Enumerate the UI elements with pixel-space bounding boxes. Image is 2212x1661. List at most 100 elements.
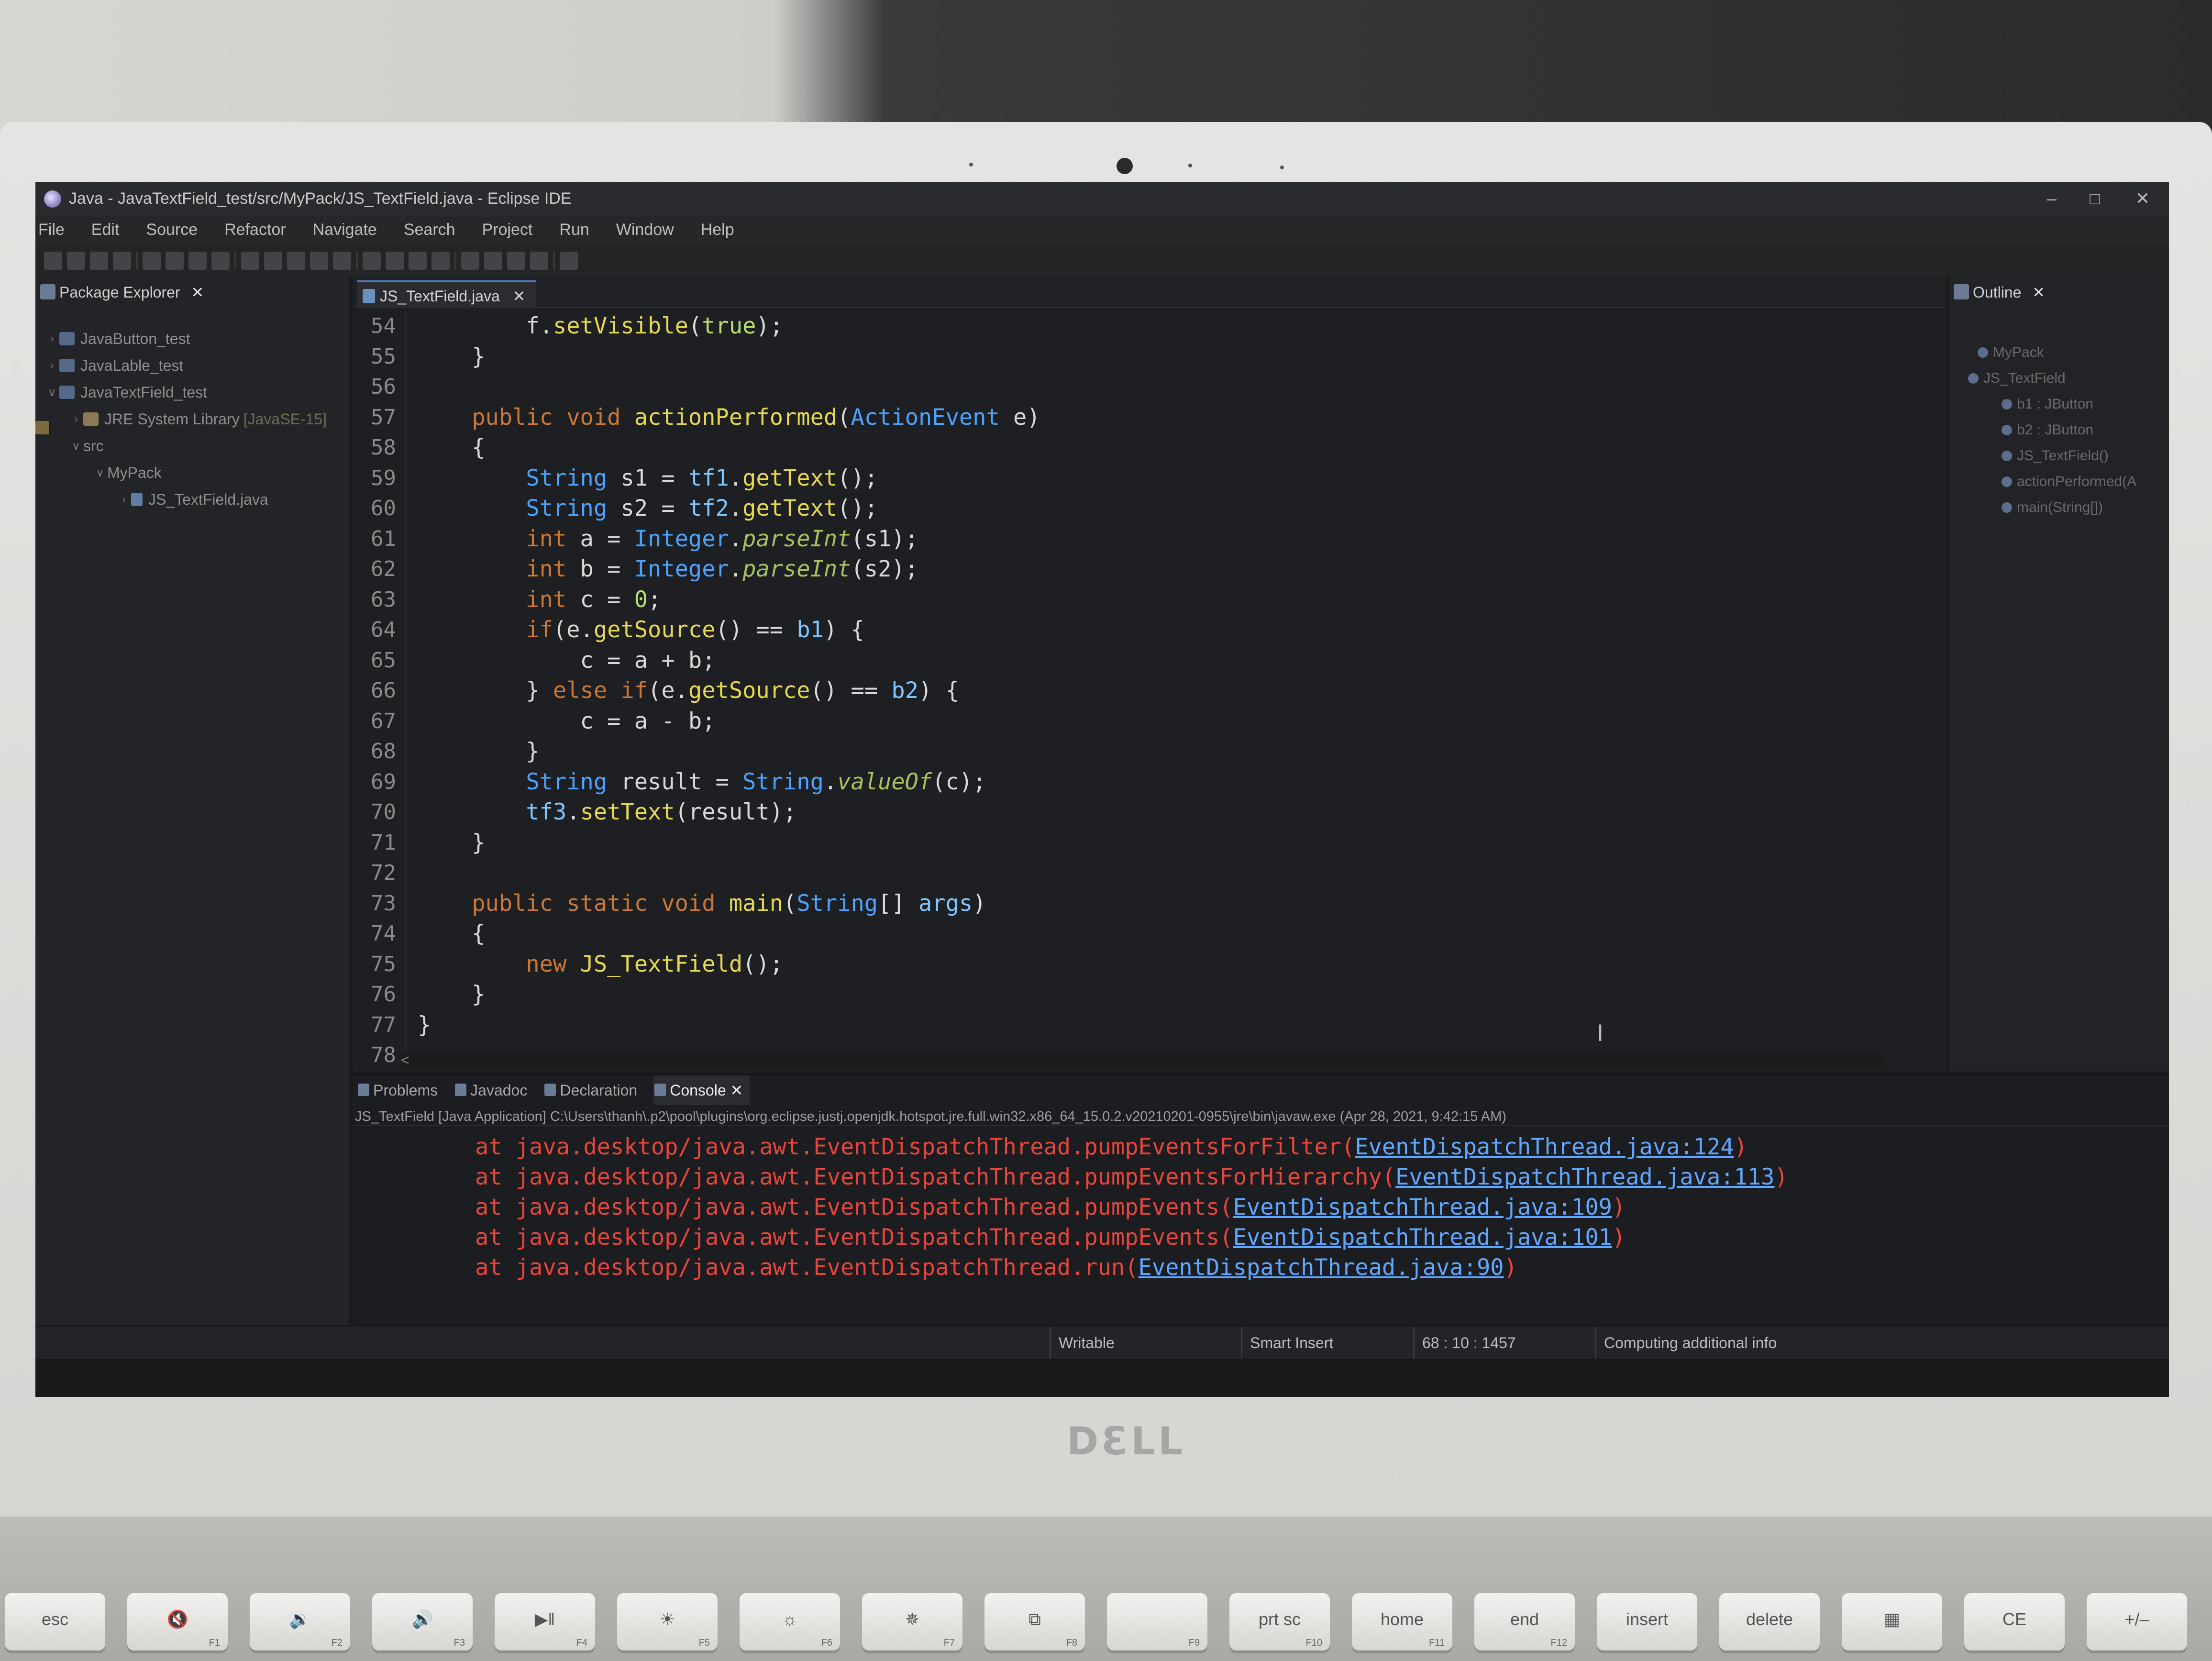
keyboard-key: ✵ F7 — [862, 1593, 962, 1650]
tree-item[interactable]: › JavaButton_test — [35, 325, 349, 352]
close-window-button[interactable]: ✕ — [2116, 182, 2169, 215]
new-icon[interactable] — [44, 252, 62, 270]
source-link[interactable]: EventDispatchThread.java:113 — [1395, 1164, 1774, 1190]
menu-refactor[interactable]: Refactor — [224, 221, 286, 239]
console-process-label: JS_TextField [Java Application] C:\Users… — [353, 1107, 2169, 1126]
outline-item[interactable]: actionPerformed(A — [1949, 469, 2169, 495]
expand-arrow-icon[interactable]: › — [69, 412, 83, 426]
source-link[interactable]: EventDispatchThread.java:101 — [1233, 1224, 1612, 1251]
line-number: 70 — [371, 800, 396, 824]
menu-search[interactable]: Search — [404, 221, 455, 239]
code-area[interactable]: 54 f.setVisible(true); 55 } 56 57 public… — [353, 311, 1946, 1071]
keyboard-key: home F11 — [1352, 1593, 1452, 1650]
outline-item-label: actionPerformed(A — [2017, 474, 2137, 489]
open-type-icon[interactable] — [310, 252, 328, 270]
editor-tab-js-textfield[interactable]: JS_TextField.java ✕ — [357, 280, 536, 308]
package-explorer-tab[interactable]: Package Explorer ✕ — [35, 277, 204, 307]
source-link[interactable]: EventDispatchThread.java:109 — [1233, 1194, 1612, 1220]
outline-item[interactable]: b1 : JButton — [1949, 391, 2169, 417]
menu-file[interactable]: File — [38, 221, 65, 239]
console-output[interactable]: at java.desktop/java.awt.EventDispatchTh… — [353, 1132, 2169, 1283]
tab-javadoc[interactable]: Javadoc — [454, 1075, 527, 1105]
toggle-word-wrap-icon[interactable] — [386, 252, 404, 270]
tab-problems[interactable]: Problems — [357, 1075, 438, 1105]
previous-annotation-icon[interactable] — [484, 252, 502, 270]
outline-tab[interactable]: Outline ✕ — [1949, 277, 2045, 307]
outline-item[interactable]: MyPack — [1949, 340, 2169, 365]
expand-arrow-icon[interactable]: › — [45, 359, 59, 372]
next-annotation-icon[interactable] — [461, 252, 479, 270]
collapse-arrow-icon[interactable]: ∨ — [45, 386, 59, 399]
tree-item[interactable]: ∨ src — [35, 421, 349, 459]
line-number: 77 — [371, 1012, 396, 1037]
keyboard-key: delete — [1719, 1593, 1820, 1650]
debug-icon[interactable] — [143, 252, 161, 270]
line-text: { — [418, 920, 486, 947]
collapse-arrow-icon[interactable]: ∨ — [93, 466, 107, 480]
code-line: 70 tf3.setText(result); — [353, 797, 1946, 828]
forward-arrow-icon[interactable] — [530, 252, 548, 270]
line-number: 59 — [371, 465, 396, 490]
code-line: 61 int a = Integer.parseInt(s1); — [353, 524, 1946, 554]
collapse-arrow-icon[interactable]: ∨ — [69, 439, 83, 453]
console-icon — [654, 1084, 666, 1096]
tree-item[interactable]: ∨ JavaTextField_test — [35, 379, 349, 406]
maximize-button[interactable]: □ — [2068, 182, 2121, 215]
search-icon[interactable] — [333, 252, 351, 270]
expand-arrow-icon[interactable]: › — [45, 332, 59, 345]
outline-item[interactable]: b2 : JButton — [1949, 417, 2169, 443]
close-icon[interactable]: ✕ — [191, 284, 204, 301]
expand-arrow-icon[interactable]: › — [117, 493, 131, 506]
menu-window[interactable]: Window — [616, 221, 674, 239]
print-icon[interactable] — [113, 252, 131, 270]
tree-item-label: JavaTextField_test — [80, 383, 208, 401]
tree-item[interactable]: › JS_TextField.java — [35, 486, 349, 513]
line-number: 74 — [371, 921, 396, 946]
menu-run[interactable]: Run — [559, 221, 589, 239]
new-java-project-icon[interactable] — [241, 252, 259, 270]
keyboard-key: ⧉ F8 — [984, 1593, 1085, 1650]
block-selection-icon[interactable] — [409, 252, 427, 270]
tree-item[interactable]: › JRE System Library [JavaSE-15] — [35, 406, 349, 432]
show-whitespace-icon[interactable] — [431, 252, 450, 270]
menu-navigate[interactable]: Navigate — [313, 221, 377, 239]
line-number: 64 — [371, 618, 396, 642]
tree-item[interactable]: › JavaLable_test — [35, 352, 349, 379]
tab-declaration[interactable]: Declaration — [543, 1075, 637, 1105]
save-all-icon[interactable] — [90, 252, 108, 270]
scroll-left-icon[interactable]: < — [401, 1052, 409, 1068]
horizontal-scrollbar[interactable]: < — [401, 1052, 1884, 1068]
menu-bar: File Edit Source Refactor Navigate Searc… — [35, 215, 2169, 244]
close-icon[interactable]: ✕ — [513, 288, 526, 305]
run-icon[interactable] — [166, 252, 184, 270]
save-icon[interactable] — [67, 252, 85, 270]
new-class-icon[interactable] — [287, 252, 305, 270]
back-arrow-icon[interactable] — [507, 252, 525, 270]
status-cursor-position[interactable]: 68 : 10 : 1457 — [1413, 1327, 1516, 1359]
close-icon[interactable]: ✕ — [2032, 284, 2045, 301]
key-label: end — [1510, 1609, 1539, 1629]
menu-source[interactable]: Source — [146, 221, 198, 239]
outline-item[interactable]: JS_TextField — [1949, 365, 2169, 391]
outline-item[interactable]: main(String[]) — [1949, 495, 2169, 520]
menu-edit[interactable]: Edit — [91, 221, 120, 239]
code-editor[interactable]: JS_TextField.java ✕ 54 f.setVisible(true… — [353, 277, 1946, 1072]
line-text: } — [418, 343, 486, 370]
new-package-icon[interactable] — [264, 252, 282, 270]
source-link[interactable]: EventDispatchThread.java:90 — [1139, 1254, 1504, 1281]
tree-item[interactable]: ∨ MyPack — [35, 421, 349, 486]
menu-project[interactable]: Project — [482, 221, 533, 239]
toggle-mark-occurrences-icon[interactable] — [363, 252, 381, 270]
source-link[interactable]: EventDispatchThread.java:124 — [1355, 1134, 1734, 1160]
outline-item-label: JS_TextField — [1983, 370, 2066, 386]
tab-console[interactable]: Console ✕ — [653, 1075, 750, 1105]
external-tools-icon[interactable] — [211, 252, 230, 270]
menu-help[interactable]: Help — [701, 221, 734, 239]
coverage-icon[interactable] — [188, 252, 207, 270]
outline-item[interactable]: JS_TextField() — [1949, 443, 2169, 469]
problems-icon — [358, 1084, 369, 1096]
line-number: 65 — [371, 648, 396, 673]
close-icon[interactable]: ✕ — [730, 1082, 743, 1099]
perspective-icon[interactable] — [560, 252, 578, 270]
status-insert-mode[interactable]: Smart Insert — [1241, 1327, 1333, 1359]
